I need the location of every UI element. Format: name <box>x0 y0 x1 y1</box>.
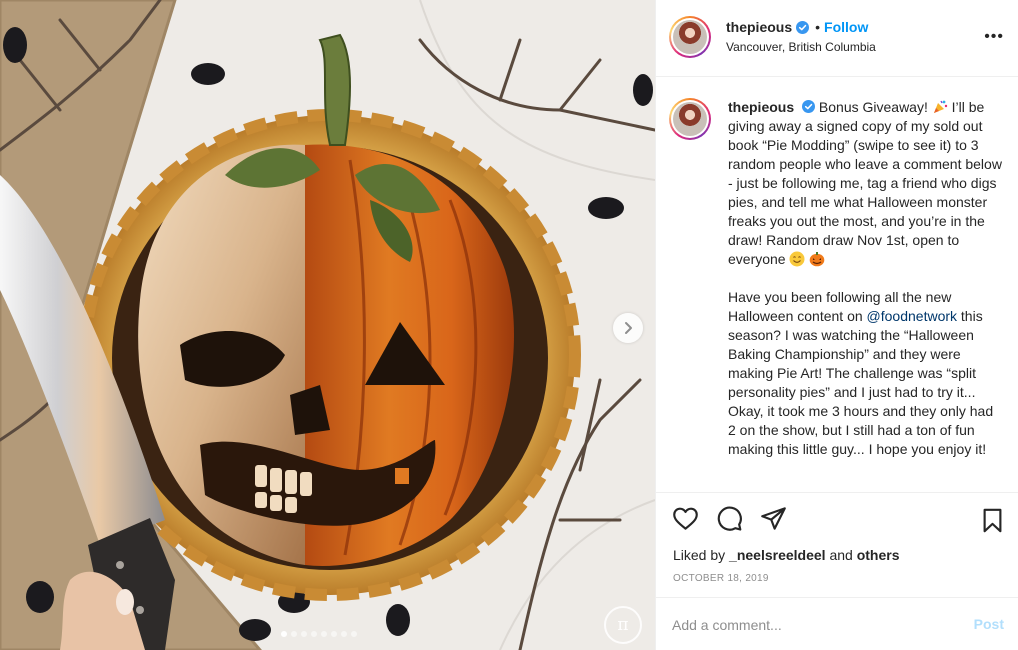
follow-button[interactable]: Follow <box>824 19 868 35</box>
pumpkin-skull-pie-photo <box>0 0 655 650</box>
post-image[interactable]: π <box>0 0 655 650</box>
post-actions: Liked by _neelsreeldeel and others OCTOB… <box>656 492 1018 597</box>
likes-middle: and <box>825 547 857 563</box>
verified-badge-icon <box>796 20 810 34</box>
caption-text-4: this season? I was watching the “Hallowe… <box>728 308 998 457</box>
carousel-dot <box>341 631 347 637</box>
likes-others-link[interactable]: others <box>857 547 900 563</box>
avatar[interactable] <box>669 16 711 58</box>
location-link[interactable]: Vancouver, British Columbia <box>726 40 876 54</box>
heart-icon[interactable] <box>672 505 699 532</box>
carousel-dot <box>301 631 307 637</box>
likes-prefix: Liked by <box>673 547 730 563</box>
carousel-dot <box>311 631 317 637</box>
comment-input[interactable] <box>672 598 962 650</box>
carousel-dot <box>281 631 287 637</box>
party-popper-emoji-icon <box>933 100 947 113</box>
carousel-dot <box>351 631 357 637</box>
carousel-dot <box>291 631 297 637</box>
bookmark-icon[interactable] <box>979 507 1006 534</box>
header-username[interactable]: thepieous <box>726 19 792 35</box>
separator-dot: • <box>815 19 821 35</box>
likes-summary: Liked by _neelsreeldeel and others <box>673 547 900 563</box>
post-sidebar: thepieous • Follow Vancouver, British Co… <box>655 0 1018 650</box>
jack-o-lantern-emoji-icon <box>810 252 825 267</box>
caption-username[interactable]: thepieous <box>728 99 794 115</box>
carousel-next-button[interactable] <box>613 313 643 343</box>
chevron-right-icon <box>625 322 632 334</box>
caption-text: thepieous Bonus Giveaway! I’ll be giving… <box>728 98 1002 459</box>
watermark-logo: π <box>604 606 642 644</box>
verified-badge-icon <box>802 100 816 113</box>
comments-section[interactable]: thepieous Bonus Giveaway! I’ll be giving… <box>656 78 1018 492</box>
post-comment-button[interactable]: Post <box>974 616 1004 632</box>
post-date[interactable]: OCTOBER 18, 2019 <box>673 573 769 584</box>
caption-text-1: Bonus Giveaway! <box>818 99 932 115</box>
post-header: thepieous • Follow Vancouver, British Co… <box>656 0 1018 77</box>
smiling-face-emoji-icon <box>789 251 805 267</box>
caption-comment: thepieous Bonus Giveaway! I’ll be giving… <box>656 78 1018 459</box>
more-options-icon[interactable]: ••• <box>984 28 1004 46</box>
liked-by-user-link[interactable]: _neelsreeldeel <box>729 547 826 563</box>
comment-icon[interactable] <box>716 505 743 532</box>
carousel-dot <box>331 631 337 637</box>
carousel-indicator <box>281 631 357 637</box>
caption-text-2: I’ll be giving away a signed copy of my … <box>728 99 1006 267</box>
carousel-dot <box>321 631 327 637</box>
header-user-line: thepieous • Follow <box>726 19 868 35</box>
paper-plane-icon[interactable] <box>760 505 787 532</box>
avatar[interactable] <box>669 98 711 140</box>
mention-link[interactable]: @foodnetwork <box>867 308 957 324</box>
add-comment-bar: Post <box>656 597 1018 650</box>
